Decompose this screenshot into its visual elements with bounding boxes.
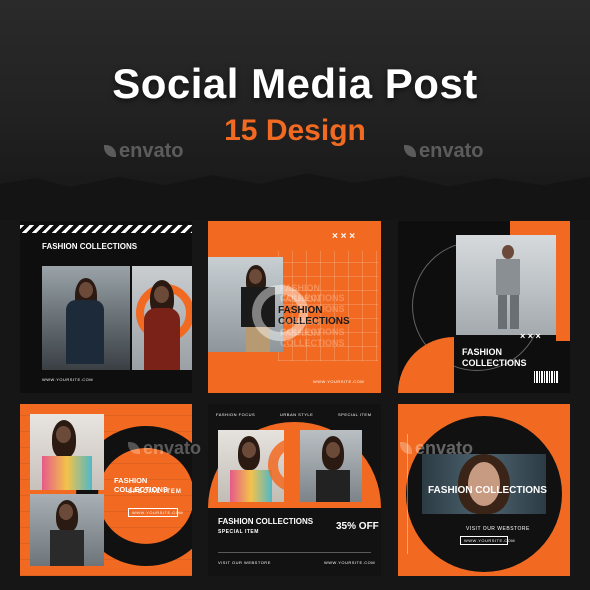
envato-watermark-right: envato — [404, 140, 483, 163]
post-card-5: FASHION FOCUS URBAN STYLE SPECIAL ITEM F… — [208, 404, 381, 576]
card1-footer: WWW.YOURSITE.COM — [42, 377, 94, 382]
card5-divider — [218, 552, 371, 553]
card5-top-left: FASHION FOCUS — [216, 412, 256, 417]
envato-watermark-left: envato — [104, 140, 183, 163]
card3-orange-quarter — [398, 337, 454, 393]
page-subtitle: 15 Design — [224, 114, 366, 147]
envato-watermark-card4: envato — [128, 438, 201, 459]
striped-bar — [20, 225, 192, 233]
envato-leaf-icon — [404, 145, 416, 157]
card3-heading-line1: FASHION — [462, 347, 503, 357]
envato-leaf-icon — [400, 442, 412, 454]
envato-watermark-card6: envato — [400, 438, 473, 459]
post-card-6: FASHION COLLECTIONS VISIT OUR WEBSTORE W… — [398, 404, 570, 576]
card5-heading: FASHION COLLECTIONS — [218, 517, 314, 526]
card5-photo-right — [300, 430, 362, 502]
card2-marks: × × × — [332, 231, 356, 242]
envato-leaf-icon — [128, 442, 140, 454]
post-card-2: FASHION COLLECTIONS FASHION COLLECTIONS … — [208, 221, 381, 393]
card4-photo-bottom — [30, 494, 104, 566]
card5-offer: 35% OFF — [336, 521, 379, 532]
card4-subheading: SPECIAL ITEM — [128, 489, 182, 495]
card6-footer: WWW.YOURSITE.COM — [464, 538, 516, 543]
card6-heading: FASHION COLLECTIONS — [428, 485, 547, 496]
card4-footer: WWW.YOURSITE.COM — [132, 510, 184, 515]
envato-leaf-icon — [104, 145, 116, 157]
card2-footer: WWW.YOURSITE.COM — [313, 379, 365, 384]
card3-photo — [456, 235, 556, 335]
card5-top-right: SPECIAL ITEM — [338, 412, 372, 417]
card1-photo-left — [42, 266, 130, 370]
card3-orange-side — [556, 221, 570, 341]
post-card-4: FASHION COLLECTIONS SPECIAL ITEM WWW.YOU… — [20, 404, 192, 576]
post-card-3: × × × FASHION COLLECTIONS — [398, 221, 570, 393]
card5-top-mid: URBAN STYLE — [280, 412, 314, 417]
card2-ghost-text-4: FASHION COLLECTIONS — [280, 328, 345, 348]
page-title: Social Media Post — [112, 60, 478, 107]
card5-subheading: SPECIAL ITEM — [218, 529, 259, 535]
barcode-icon — [534, 371, 558, 383]
card3-marks: × × × — [520, 331, 541, 341]
card6-photo — [422, 454, 546, 514]
card5-footer-right: WWW.YOURSITE.COM — [324, 560, 376, 565]
card6-subheading: VISIT OUR WEBSTORE — [466, 526, 530, 532]
card4-photo-top — [30, 414, 104, 490]
card3-heading-line2: COLLECTIONS — [462, 358, 527, 368]
card1-photo-right — [132, 266, 192, 370]
card1-heading: FASHION COLLECTIONS — [42, 242, 138, 251]
card5-footer-left: VISIT OUR WEBSTORE — [218, 560, 271, 565]
post-card-1: FASHION COLLECTIONS WWW.YOURSITE.COM — [20, 221, 192, 393]
